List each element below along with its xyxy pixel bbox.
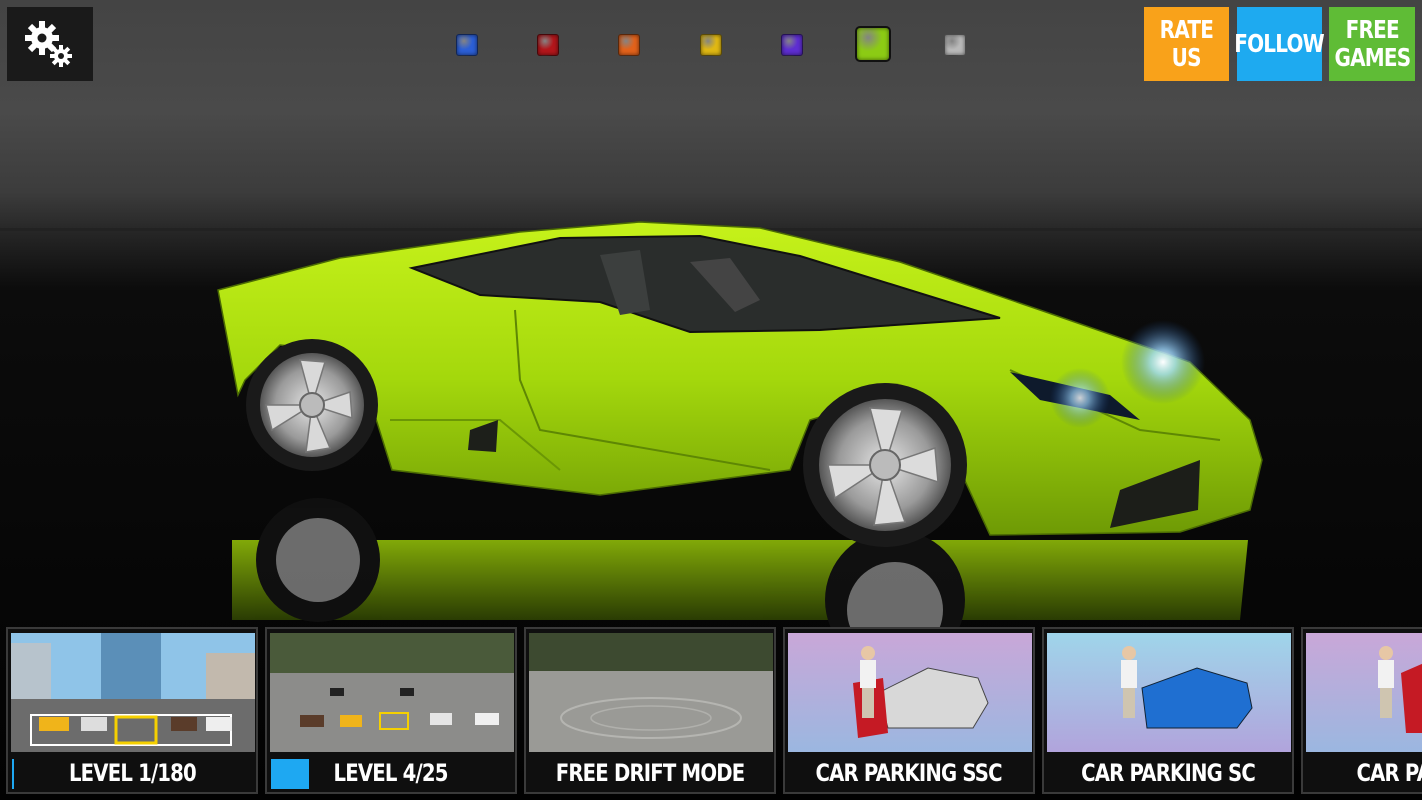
- mode-label: CAR PARKING: [1356, 759, 1422, 787]
- lot-parking-thumbnail: [270, 633, 514, 752]
- mode-label: LEVEL 4/25: [333, 759, 449, 787]
- free-games-line2: GAMES: [1334, 43, 1411, 72]
- mode-card-car-parking-sc[interactable]: CAR PARKING SC: [1042, 627, 1294, 794]
- rate-us-line1: RATE: [1159, 15, 1214, 44]
- rate-us-line2: US: [1171, 43, 1202, 72]
- mode-card-car-parking-ssc[interactable]: CAR PARKING SSC: [783, 627, 1035, 794]
- color-swatch-yellow[interactable]: [700, 34, 722, 56]
- mode-card-free-drift[interactable]: FREE DRIFT MODE: [524, 627, 776, 794]
- gears-icon: [25, 21, 72, 67]
- follow-button[interactable]: FOLLOW: [1234, 7, 1326, 81]
- rate-us-button[interactable]: RATE US: [1144, 7, 1229, 81]
- color-swatch-purple[interactable]: [781, 34, 803, 56]
- free-games-line1: FREE: [1345, 15, 1399, 44]
- mode-card-level-4[interactable]: LEVEL 4/25: [265, 627, 517, 794]
- follow-label: FOLLOW: [1234, 29, 1326, 58]
- mode-selector: LEVEL 1/180 LEVEL 4/25 FREE DRIFT MODE C…: [0, 627, 1422, 800]
- color-swatch-blue[interactable]: [456, 34, 478, 56]
- headlight-glow: [1121, 320, 1205, 404]
- sc-thumbnail: [1047, 633, 1291, 752]
- color-swatch-orange[interactable]: [618, 34, 640, 56]
- color-swatch-lime[interactable]: [855, 26, 891, 62]
- mode-label: CAR PARKING SC: [1081, 759, 1256, 787]
- color-swatch-silver[interactable]: [944, 34, 966, 56]
- front-wheel: [803, 383, 967, 547]
- ssc-thumbnail: [788, 633, 1032, 752]
- free-games-button[interactable]: FREE GAMES: [1329, 7, 1415, 81]
- drift-arena-thumbnail: [529, 633, 773, 752]
- city-parking-thumbnail: [11, 633, 255, 752]
- color-swatch-red[interactable]: [537, 34, 559, 56]
- mode-label: LEVEL 1/180: [68, 759, 197, 787]
- car-parking-thumbnail: [1306, 633, 1422, 752]
- mode-label: FREE DRIFT MODE: [555, 759, 745, 787]
- mode-card-level-1[interactable]: LEVEL 1/180: [6, 627, 258, 794]
- car-body: [217, 221, 1263, 536]
- mode-label: CAR PARKING SSC: [815, 759, 1003, 787]
- settings-button[interactable]: [7, 7, 93, 81]
- mode-card-car-parking[interactable]: CAR PARKING: [1301, 627, 1422, 794]
- rear-wheel: [246, 339, 378, 471]
